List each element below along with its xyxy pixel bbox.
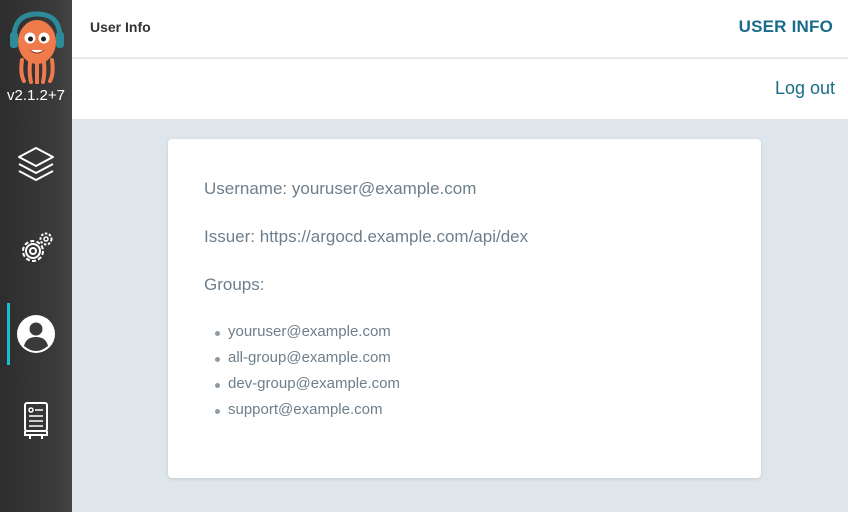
layers-icon [18,147,54,181]
top-bar: User Info USER INFO [72,0,848,58]
logout-button[interactable]: Log out [775,78,835,99]
groups-list: youruser@example.com all-group@example.c… [204,322,400,426]
sidebar-item-settings[interactable] [0,218,72,280]
docs-book-icon [24,402,48,439]
toolbar: Log out [72,59,848,119]
sidebar: v2.1.2+7 [0,0,72,512]
username-line: Username: youruser@example.com [204,179,477,198]
section-label: USER INFO [738,17,833,36]
sidebar-item-documentation[interactable] [0,388,72,450]
list-item: all-group@example.com [204,348,400,374]
page-title: User Info [90,19,151,35]
groups-label: Groups: [204,275,265,294]
list-item: support@example.com [204,400,400,426]
argo-logo-icon[interactable] [8,8,66,84]
version-label: v2.1.2+7 [7,87,65,104]
sidebar-item-applications[interactable] [0,133,72,195]
list-item: youruser@example.com [204,322,400,348]
user-circle-icon [17,315,55,353]
sidebar-item-user-info[interactable] [0,303,72,365]
user-info-card: Username: youruser@example.com Issuer: h… [168,139,761,478]
gears-icon [22,232,53,262]
list-item: dev-group@example.com [204,374,400,400]
issuer-line: Issuer: https://argocd.example.com/api/d… [204,227,529,246]
